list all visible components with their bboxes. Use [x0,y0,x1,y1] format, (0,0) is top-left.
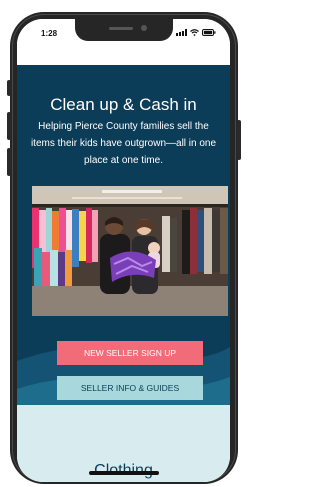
volume-down-button [7,148,11,176]
signal-icon [176,29,187,36]
speaker [109,27,133,30]
phone-screen: 1:28 Clean up & Cash in Helping Pierce C… [17,19,230,482]
status-time: 1:28 [41,29,58,38]
power-button [237,120,241,160]
hero-subtext: Helping Pierce County families sell the … [30,121,217,166]
status-bar: 1:28 [17,19,230,65]
mute-switch [7,80,11,96]
front-camera [141,25,147,31]
home-indicator[interactable] [89,471,159,475]
wifi-icon [190,29,199,36]
battery-icon [202,29,216,36]
notch [75,19,173,41]
status-icons [176,29,216,36]
new-seller-signup-button[interactable]: NEW SELLER SIGN UP [57,341,203,365]
seller-info-guides-button[interactable]: SELLER INFO & GUIDES [57,376,203,400]
hero-photo [32,186,228,316]
volume-up-button [7,112,11,140]
hero-section: Clean up & Cash in Helping Pierce County… [17,65,230,451]
hero-headline: Clean up & Cash in [50,95,197,114]
